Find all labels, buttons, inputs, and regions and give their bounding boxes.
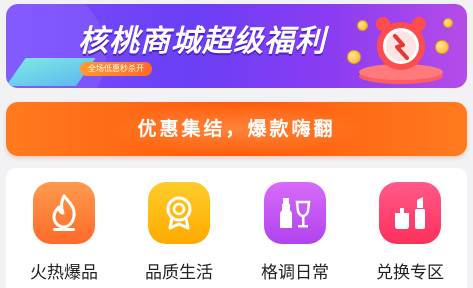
category-quality-life[interactable]: 品质生活 — [129, 182, 229, 283]
cosmetics-icon — [379, 182, 441, 244]
category-style-daily[interactable]: 格调日常 — [245, 182, 345, 283]
banner-subtitle-badge: 全场低惠秒杀开 — [80, 62, 152, 76]
bottle-glass-icon — [264, 182, 326, 244]
medal-icon — [148, 182, 210, 244]
coin-icon — [443, 18, 453, 28]
category-label: 兑换专区 — [376, 263, 444, 283]
category-label: 格调日常 — [261, 263, 329, 283]
category-hot-items[interactable]: 火热爆品 — [14, 182, 114, 283]
category-label: 火热爆品 — [30, 263, 98, 283]
fire-icon — [33, 182, 95, 244]
category-exchange-zone[interactable]: 兑换专区 — [360, 182, 460, 283]
banner-title: 核桃商城超级福利 — [78, 24, 326, 59]
alarm-clock-icon — [339, 10, 459, 86]
coin-icon — [357, 20, 368, 31]
promo-banner[interactable]: 核桃商城超级福利 全场低惠秒杀开 — [6, 4, 467, 88]
promo-notice-bar[interactable]: 优惠集结，爆款嗨翻 — [6, 102, 467, 156]
category-panel: 火热爆品 品质生活 格调日常 兑换专区 — [6, 168, 467, 288]
notice-text: 优惠集结，爆款嗨翻 — [137, 118, 336, 140]
coin-icon — [347, 50, 361, 64]
category-label: 品质生活 — [145, 263, 213, 283]
coin-icon — [435, 40, 449, 54]
